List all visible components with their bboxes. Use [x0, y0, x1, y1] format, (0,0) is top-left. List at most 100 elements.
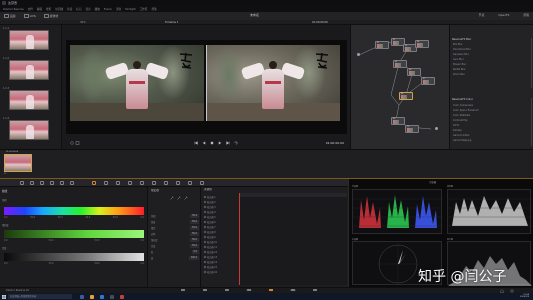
library-item[interactable]: Mosaic Blur: [453, 63, 466, 66]
library-scrollbar[interactable]: [530, 38, 532, 88]
menu-item[interactable]: 帮助: [151, 7, 156, 11]
keyframe-track[interactable]: 校正器 6: [203, 220, 239, 224]
app-taskbar-icon[interactable]: [120, 294, 124, 299]
keyframe-track[interactable]: 校正器 2: [203, 200, 239, 204]
split-wipe-line[interactable]: [206, 45, 207, 121]
qualifier-icon[interactable]: [116, 181, 120, 185]
menu-item[interactable]: 标记: [76, 7, 81, 11]
setting-value[interactable]: 50.0: [190, 226, 199, 230]
menu-item[interactable]: Fairlight: [125, 8, 135, 11]
library-item[interactable]: Box Blur: [453, 43, 463, 46]
library-item[interactable]: Lens Blur: [453, 58, 464, 61]
menu-item[interactable]: 播放: [95, 7, 100, 11]
clip-thumbnail[interactable]: [4, 154, 32, 172]
menu-item[interactable]: 时间线: [55, 7, 63, 11]
library-item[interactable]: Color Compressor: [453, 104, 473, 107]
keyframe-track[interactable]: 校正器 10: [203, 240, 239, 244]
keyframe-track[interactable]: 校正器 8: [203, 230, 239, 234]
taskbar-search-input[interactable]: 在这里输入你要搜索的内容: [8, 294, 72, 299]
corrector-node[interactable]: 10: [405, 125, 419, 133]
blur-icon[interactable]: [164, 181, 168, 185]
keyframe-track[interactable]: 校正器 3: [203, 205, 239, 209]
node-input-icon[interactable]: [357, 53, 360, 56]
library-scrollbar[interactable]: [530, 98, 532, 146]
gallery-still[interactable]: 1.1.4: [0, 117, 62, 140]
window-icon[interactable]: [128, 181, 132, 185]
color-warper-icon[interactable]: [104, 181, 108, 185]
keyframe-track[interactable]: 校正器 5: [203, 215, 239, 219]
menu-item[interactable]: 文件: [28, 7, 33, 11]
gallery-still[interactable]: 1.1.1: [0, 27, 62, 50]
library-item[interactable]: Directional Blur: [453, 48, 471, 51]
keyframe-timeline[interactable]: [239, 193, 347, 285]
gallery-button[interactable]: 画廊: [4, 14, 16, 18]
hue-spectrum-bar[interactable]: [4, 207, 144, 215]
node-output-icon[interactable]: [435, 127, 438, 130]
nodes-toggle[interactable]: 节点: [479, 13, 485, 17]
curves-icon[interactable]: [92, 181, 96, 185]
keyframe-ruler[interactable]: [239, 193, 347, 197]
menu-item[interactable]: 显示: [85, 7, 90, 11]
keyframe-track[interactable]: 校正器 1: [203, 195, 239, 199]
keyframe-track[interactable]: 校正器 7: [203, 225, 239, 229]
menu-item[interactable]: 片段: [67, 7, 72, 11]
camera-raw-icon[interactable]: [20, 181, 24, 185]
play-icon[interactable]: [218, 141, 222, 145]
library-item[interactable]: Gamut Mapping: [453, 139, 471, 142]
setting-value[interactable]: 50.0: [190, 238, 199, 242]
sizing-icon[interactable]: [188, 181, 192, 185]
library-item[interactable]: Radial Blur: [453, 68, 465, 71]
menu-item[interactable]: 调色: [116, 7, 121, 11]
library-item[interactable]: Dehaze: [453, 129, 462, 132]
viewer-zoom[interactable]: 32%: [80, 21, 86, 24]
setting-value[interactable]: 50.0: [190, 232, 199, 236]
browser-icon[interactable]: [100, 294, 104, 299]
keyframe-track[interactable]: 校正器 9: [203, 235, 239, 239]
openfx-toggle[interactable]: OpenFX: [498, 13, 509, 17]
setting-value[interactable]: 50.0: [190, 214, 199, 218]
corrector-node[interactable]: 07: [421, 77, 435, 85]
luts-button[interactable]: LUTs: [23, 14, 36, 18]
task-view-icon[interactable]: [80, 294, 84, 299]
library-item[interactable]: Gaussian Blur: [453, 53, 469, 56]
skip-forward-icon[interactable]: [226, 141, 230, 145]
keyframe-playhead[interactable]: [239, 193, 240, 285]
magic-mask-icon[interactable]: [152, 181, 156, 185]
keyframe-track[interactable]: 校正器 12: [203, 250, 239, 254]
keyframe-track[interactable]: 校正器 16: [203, 270, 239, 274]
library-item[interactable]: DCTL: [453, 124, 459, 127]
library-item[interactable]: Color Stabilizer: [453, 114, 470, 117]
setting-value[interactable]: 50.0: [190, 244, 199, 248]
rgb-mixer-icon[interactable]: [60, 181, 64, 185]
keyframe-track[interactable]: 校正器 4: [203, 210, 239, 214]
lightbox-toggle[interactable]: 剪辑: [523, 13, 529, 17]
library-item[interactable]: Gamut Limiter: [453, 134, 470, 137]
color-wheels-icon[interactable]: [40, 181, 44, 185]
eyedropper-add-icon[interactable]: [177, 196, 181, 200]
still-thumbnail[interactable]: [9, 90, 49, 110]
menu-item[interactable]: 编辑: [37, 7, 42, 11]
still-thumbnail[interactable]: [9, 120, 49, 140]
menu-item[interactable]: 修剪: [46, 7, 51, 11]
menu-item[interactable]: 工作区: [140, 7, 148, 11]
library-item[interactable]: Color Space Transform: [453, 109, 479, 112]
motion-effects-icon[interactable]: [70, 181, 74, 185]
setting-value[interactable]: 0.0: [191, 250, 199, 254]
keyframe-track[interactable]: 校正器 13: [203, 255, 239, 259]
saturation-bar[interactable]: [4, 230, 144, 238]
corrector-node-selected[interactable]: 08: [399, 92, 413, 100]
viewer-tools-icon[interactable]: [70, 140, 84, 146]
still-thumbnail[interactable]: [9, 60, 49, 80]
library-item[interactable]: Zoom Blur: [453, 73, 465, 76]
menu-item[interactable]: Fusion: [104, 8, 112, 11]
loop-icon[interactable]: [234, 141, 238, 145]
media-pool-button[interactable]: 媒体池: [43, 14, 58, 18]
corrector-node[interactable]: 09: [391, 117, 405, 125]
gallery-still[interactable]: 1.1.2: [0, 57, 62, 80]
resolve-taskbar-icon[interactable]: [110, 294, 114, 299]
windows-start-icon[interactable]: [1, 294, 6, 299]
eyedropper-icon[interactable]: [170, 196, 174, 200]
file-explorer-icon[interactable]: [90, 294, 94, 299]
library-item[interactable]: Contrast Pop: [453, 119, 468, 122]
gallery-still[interactable]: 1.1.3: [0, 87, 62, 110]
